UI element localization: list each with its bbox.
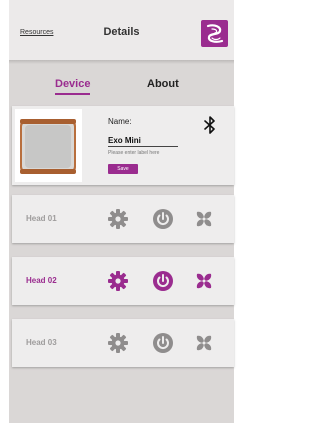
head-row-03[interactable]: Head 03 bbox=[12, 319, 234, 367]
gear-icon[interactable] bbox=[107, 332, 129, 354]
head-label: Head 02 bbox=[26, 276, 57, 285]
tab-bar: Device About bbox=[9, 78, 234, 98]
bluetooth-icon[interactable] bbox=[204, 116, 216, 139]
power-icon[interactable] bbox=[152, 208, 174, 230]
app-logo-icon bbox=[201, 20, 228, 47]
fan-icon[interactable] bbox=[193, 208, 215, 230]
power-icon[interactable] bbox=[152, 332, 174, 354]
name-hint: Please enter label here bbox=[108, 150, 160, 156]
power-icon[interactable] bbox=[152, 270, 174, 292]
tab-about-label: About bbox=[147, 78, 179, 90]
header-bar: Resources Details bbox=[9, 0, 234, 64]
save-button[interactable]: Save bbox=[108, 164, 138, 174]
head-row-02[interactable]: Head 02 bbox=[12, 257, 234, 305]
fan-icon[interactable] bbox=[193, 270, 215, 292]
head-label: Head 03 bbox=[26, 338, 57, 347]
tab-device-underline bbox=[55, 93, 91, 95]
header-shadow bbox=[9, 60, 234, 64]
fan-icon[interactable] bbox=[193, 332, 215, 354]
tab-device-label: Device bbox=[55, 78, 91, 90]
head-label: Head 01 bbox=[26, 214, 57, 223]
name-label: Name: bbox=[108, 117, 132, 126]
gear-icon[interactable] bbox=[107, 270, 129, 292]
device-photo bbox=[15, 109, 82, 182]
device-card: Name: Exo Mini Please enter label here S… bbox=[12, 106, 234, 185]
tab-device[interactable]: Device bbox=[55, 78, 91, 95]
name-field[interactable]: Exo Mini bbox=[108, 136, 178, 147]
head-row-01[interactable]: Head 01 bbox=[12, 195, 234, 243]
tab-about[interactable]: About bbox=[147, 78, 179, 90]
gear-icon[interactable] bbox=[107, 208, 129, 230]
